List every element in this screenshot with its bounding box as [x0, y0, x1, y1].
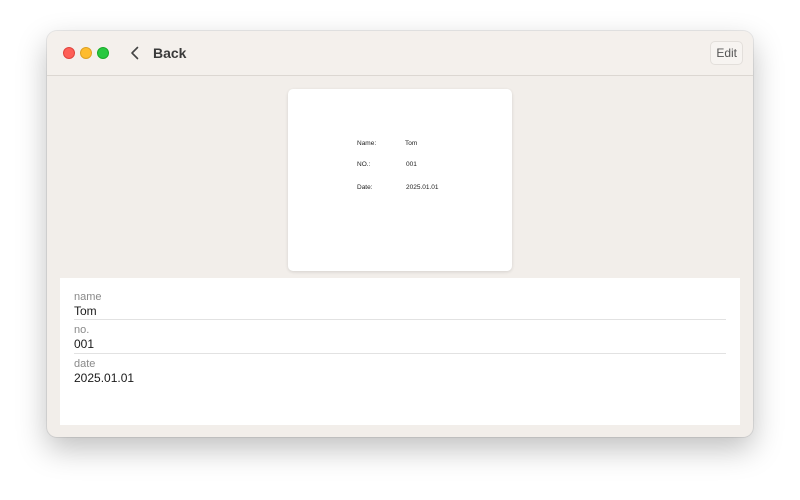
field-label: name	[74, 291, 102, 303]
title-bar: Back Edit	[47, 31, 753, 76]
preview-key: NO.:	[357, 161, 371, 168]
preview-key: Name:	[357, 140, 377, 147]
field-value[interactable]: Tom	[74, 304, 726, 318]
preview-value: 2025.01.01	[406, 184, 439, 191]
minimize-window-button[interactable]	[80, 47, 92, 59]
app-window: Back Edit Name: Tom NO.: 001 Date: 2025.…	[47, 31, 753, 437]
back-button[interactable]: Back	[127, 41, 186, 65]
field-value[interactable]: 2025.01.01	[74, 371, 726, 385]
preview-key: Date:	[357, 184, 373, 191]
no-field[interactable]: no. 001	[74, 324, 726, 351]
preview-card: Name: Tom NO.: 001 Date: 2025.01.01	[288, 89, 512, 271]
edit-button[interactable]: Edit	[710, 41, 743, 65]
divider	[74, 353, 726, 354]
preview-value: Tom	[405, 140, 418, 147]
field-label: no.	[74, 324, 90, 336]
date-field[interactable]: date 2025.01.01	[74, 358, 726, 385]
preview-value: 001	[406, 161, 417, 168]
zoom-window-button[interactable]	[97, 47, 109, 59]
close-window-button[interactable]	[63, 47, 75, 59]
back-label: Back	[153, 45, 187, 61]
chevron-left-icon	[131, 46, 139, 60]
name-field[interactable]: name Tom	[74, 291, 726, 318]
field-value[interactable]: 001	[74, 337, 726, 351]
form-panel: name Tom no. 001 date 2025.01.01	[60, 278, 740, 425]
field-label: date	[74, 358, 96, 370]
divider	[74, 319, 726, 320]
